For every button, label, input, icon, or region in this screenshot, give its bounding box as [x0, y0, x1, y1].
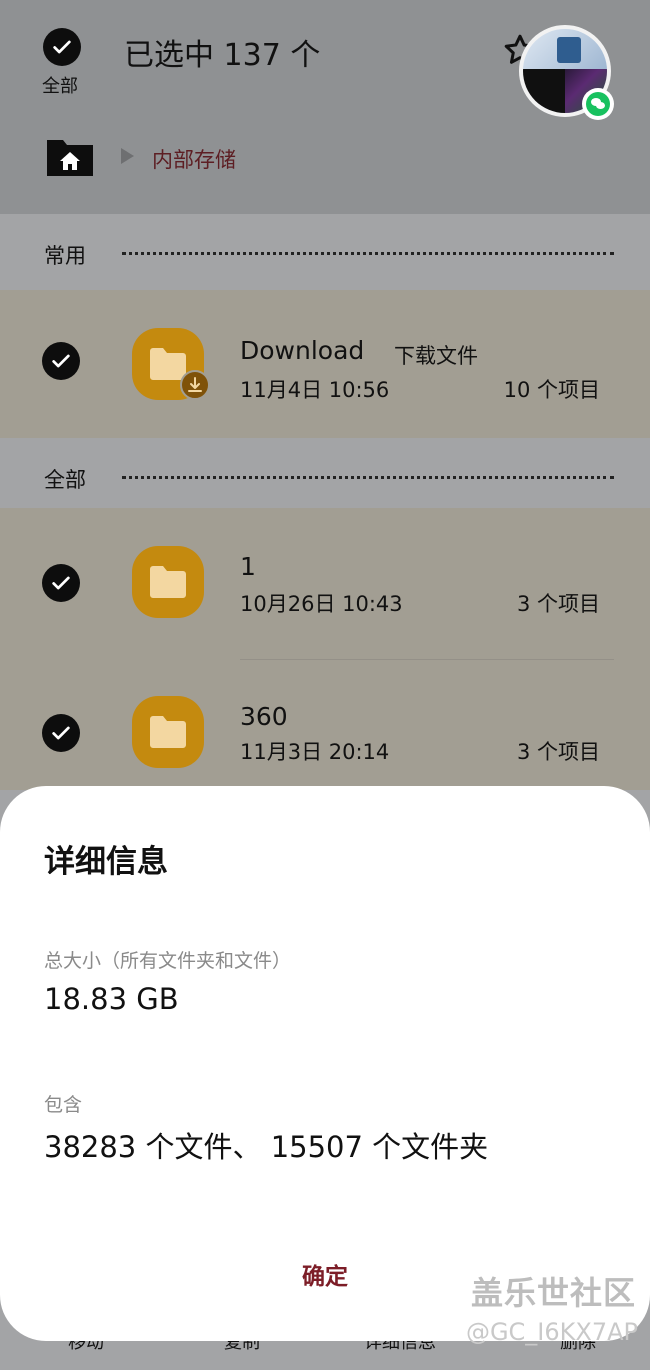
contains-label: 包含 [44, 1094, 83, 1116]
section-label-all: 全部 [44, 468, 86, 492]
row-checkbox[interactable] [42, 342, 80, 380]
checked-icon [42, 714, 80, 752]
selection-count-title: 已选中 137 个 [124, 38, 321, 73]
folder-date: 10月26日 10:43 [240, 592, 403, 616]
folder-date: 11月3日 20:14 [240, 740, 390, 764]
section-header-all: 全部 [0, 438, 650, 514]
select-all-toggle[interactable]: 全部 [40, 28, 84, 98]
wechat-icon [582, 88, 614, 120]
section-divider [122, 252, 614, 255]
details-sheet: 详细信息 总大小（所有文件夹和文件） 18.83 GB 包含 38283 个文件… [0, 786, 650, 1341]
list-item[interactable]: 1 10月26日 10:43 3 个项目 [0, 508, 650, 660]
home-folder-icon[interactable] [45, 136, 95, 178]
sheet-title: 详细信息 [44, 844, 168, 880]
row-checkbox[interactable] [42, 714, 80, 752]
folder-name: 1 [240, 552, 256, 581]
folder-name: 360 [240, 702, 288, 731]
checked-icon [42, 564, 80, 602]
checked-icon [42, 342, 80, 380]
total-size-value: 18.83 GB [44, 982, 179, 1016]
section-divider [122, 476, 614, 479]
row-checkbox[interactable] [42, 564, 80, 602]
watermark-handle: @GC_I6KX7AP [465, 1318, 638, 1346]
folder-date: 11月4日 10:56 [240, 378, 390, 402]
contains-value: 38283 个文件、 15507 个文件夹 [44, 1130, 489, 1164]
breadcrumb-internal-storage[interactable]: 内部存储 [152, 144, 236, 174]
folder-name: Download [240, 336, 365, 365]
folder-item-count: 3 个项目 [516, 592, 600, 616]
watermark-brand: 盖乐世社区 [470, 1274, 636, 1312]
section-label-common: 常用 [44, 244, 86, 268]
ok-button[interactable]: 确定 [255, 1248, 395, 1300]
folder-item-count: 3 个项目 [516, 740, 600, 764]
select-all-label: 全部 [42, 76, 78, 97]
list-item[interactable]: Download 下载文件 11月4日 10:56 10 个项目 [0, 290, 650, 438]
folder-icon [132, 696, 204, 768]
download-icon [180, 370, 210, 400]
select-all-check-icon [43, 28, 81, 66]
section-header-common: 常用 [0, 214, 650, 290]
folder-item-count: 10 个项目 [503, 378, 600, 402]
list-item[interactable]: 360 11月3日 20:14 3 个项目 [0, 660, 650, 790]
breadcrumb-arrow-icon [121, 148, 134, 164]
folder-alias: 下载文件 [394, 344, 478, 368]
total-size-label: 总大小（所有文件夹和文件） [44, 950, 292, 972]
folder-icon [132, 546, 204, 618]
